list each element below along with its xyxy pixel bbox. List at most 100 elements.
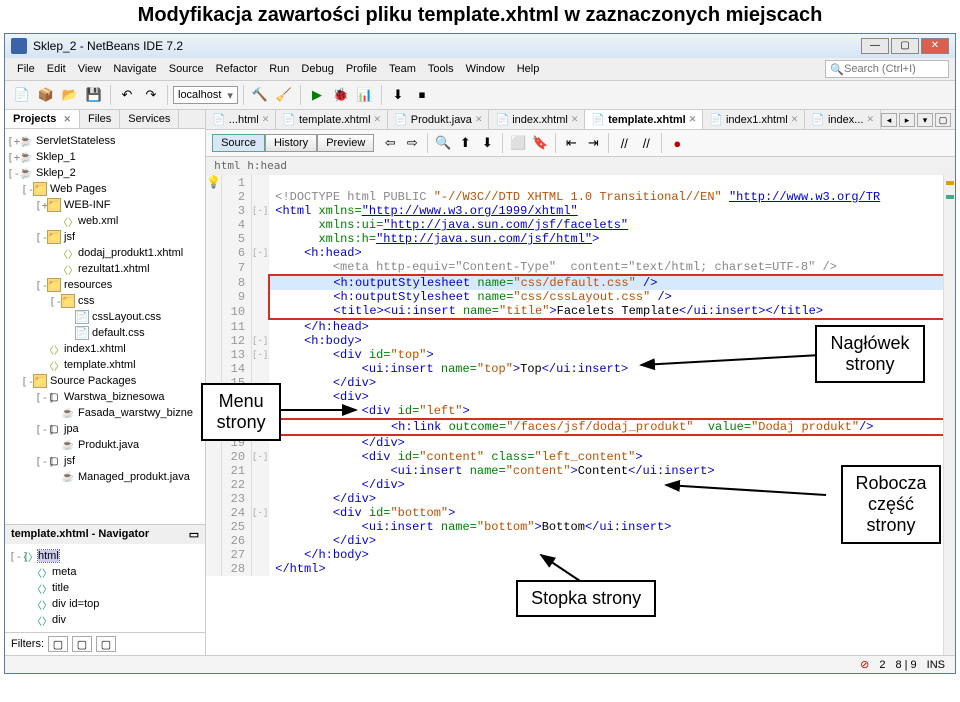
close-tab-icon[interactable]: ✕ <box>475 114 483 125</box>
shift-left-button[interactable]: ⇤ <box>561 133 581 153</box>
code-line[interactable]: 19 </div> <box>206 435 954 450</box>
code-line[interactable]: 2<!DOCTYPE html PUBLIC "-//W3C//DTD XHTM… <box>206 190 954 204</box>
code-line[interactable]: 27 </h:body> <box>206 548 954 562</box>
nav-fwd-button[interactable]: ⇨ <box>402 133 422 153</box>
menu-item-tools[interactable]: Tools <box>422 61 460 77</box>
tree-item[interactable]: ☕Managed_produkt.java <box>7 469 203 485</box>
menu-item-source[interactable]: Source <box>163 61 210 77</box>
code-line[interactable]: 28</html> <box>206 562 954 576</box>
maximize-button[interactable]: ▢ <box>891 38 919 54</box>
find-next-button[interactable]: ⬇ <box>477 133 497 153</box>
close-tab-icon[interactable]: ✕ <box>571 114 579 125</box>
code-line[interactable]: 5 xmlns:h="http://java.sun.com/jsf/html"… <box>206 232 954 246</box>
navigator-item[interactable]: [-]〈〉html <box>9 548 201 564</box>
filter-button-3[interactable]: ▢ <box>96 636 116 652</box>
debug-button[interactable]: 🐞 <box>330 84 352 106</box>
run-button[interactable]: ▶ <box>306 84 328 106</box>
tree-item[interactable]: 〈〉web.xml <box>7 213 203 229</box>
tree-item[interactable]: [+]📁WEB-INF <box>7 197 203 213</box>
filter-button-2[interactable]: ▢ <box>72 636 92 652</box>
comment-button[interactable]: // <box>614 133 634 153</box>
tree-item[interactable]: 📄default.css <box>7 325 203 341</box>
nav-back-button[interactable]: ⇦ <box>380 133 400 153</box>
tree-item[interactable]: [-]📁Web Pages <box>7 181 203 197</box>
find-prev-button[interactable]: ⬆ <box>455 133 475 153</box>
code-line[interactable]: 16[-] <div> <box>206 390 954 404</box>
menu-item-refactor[interactable]: Refactor <box>210 61 264 77</box>
code-line[interactable]: 17[-] <div id="left"> <box>206 404 954 419</box>
navigator-minimize-icon[interactable]: ▭ <box>189 528 199 541</box>
macro-record-button[interactable]: ● <box>667 133 687 153</box>
menu-item-run[interactable]: Run <box>263 61 295 77</box>
tree-item[interactable]: 〈〉index1.xhtml <box>7 341 203 357</box>
toggle-bookmark-button[interactable]: 🔖 <box>530 133 550 153</box>
navigator-item[interactable]: 〈〉title <box>9 580 201 596</box>
code-line[interactable]: 8 <h:outputStylesheet name="css/default.… <box>206 275 954 290</box>
project-tree[interactable]: [+]☕ServletStateless[+]☕Sklep_1[-]☕Sklep… <box>5 129 205 524</box>
editor-tab[interactable]: 📄template.xhtml✕ <box>585 110 703 129</box>
save-all-button[interactable]: 💾 <box>83 84 105 106</box>
close-tab-icon[interactable]: ✕ <box>689 114 697 125</box>
config-combo[interactable]: localhost <box>173 86 238 104</box>
tree-item[interactable]: 〈〉template.xhtml <box>7 357 203 373</box>
menu-item-help[interactable]: Help <box>511 61 546 77</box>
tablist-left-button[interactable]: ◂ <box>881 113 897 127</box>
attach-debugger-button[interactable]: ⬇ <box>387 84 409 106</box>
code-line[interactable]: 20[-] <div id="content" class="left_cont… <box>206 450 954 464</box>
close-tab-icon[interactable]: ✕ <box>374 114 382 125</box>
editor-tab[interactable]: 📄...html✕ <box>206 110 276 129</box>
editor-tab[interactable]: 📄index...✕ <box>805 110 881 129</box>
redo-button[interactable]: ↷ <box>140 84 162 106</box>
side-tab-services[interactable]: Services <box>120 110 179 128</box>
global-search[interactable]: 🔍 <box>825 60 949 78</box>
code-line[interactable]: 3[-]<html xmlns="http://www.w3.org/1999/… <box>206 204 954 218</box>
tablist-dropdown-button[interactable]: ▾ <box>917 113 933 127</box>
filter-button-1[interactable]: ▢ <box>48 636 68 652</box>
close-tab-icon[interactable]: ✕ <box>791 114 799 125</box>
navigator-item[interactable]: 〈〉div <box>9 612 201 628</box>
menu-item-view[interactable]: View <box>72 61 108 77</box>
menu-item-file[interactable]: File <box>11 61 41 77</box>
close-tab-icon[interactable]: ✕ <box>262 114 270 125</box>
clean-build-button[interactable]: 🧹 <box>273 84 295 106</box>
editor-breadcrumb[interactable]: html h:head <box>206 157 955 175</box>
editor-tab[interactable]: 📄Produkt.java✕ <box>388 110 489 129</box>
side-tab-projects[interactable]: Projects ✕ <box>5 110 80 128</box>
tree-item[interactable]: ☕Produkt.java <box>7 437 203 453</box>
error-stripe[interactable] <box>943 175 955 655</box>
search-input[interactable] <box>844 63 944 75</box>
tree-item[interactable]: [-]▢jsf <box>7 453 203 469</box>
undo-button[interactable]: ↶ <box>116 84 138 106</box>
tree-item[interactable]: [-]☕Sklep_2 <box>7 165 203 181</box>
menu-item-profile[interactable]: Profile <box>340 61 383 77</box>
tree-item[interactable]: 〈〉rezultat1.xhtml <box>7 261 203 277</box>
shift-right-button[interactable]: ⇥ <box>583 133 603 153</box>
tree-item[interactable]: [+]☕ServletStateless <box>7 133 203 149</box>
status-error-icon[interactable]: ⊘ <box>860 658 869 671</box>
navigator-item[interactable]: 〈〉meta <box>9 564 201 580</box>
uncomment-button[interactable]: // <box>636 133 656 153</box>
tablist-maximize-button[interactable]: ▢ <box>935 113 951 127</box>
code-line[interactable]: 6[-] <h:head> <box>206 246 954 260</box>
tree-item[interactable]: 📄cssLayout.css <box>7 309 203 325</box>
code-line[interactable]: 18 <h:link outcome="/faces/jsf/dodaj_pro… <box>206 419 954 435</box>
toggle-highlight-button[interactable]: ⬜ <box>508 133 528 153</box>
tree-item[interactable]: ☕Fasada_warstwy_bizne <box>7 405 203 421</box>
minimize-button[interactable]: — <box>861 38 889 54</box>
new-project-button[interactable]: 📦 <box>35 84 57 106</box>
menu-item-team[interactable]: Team <box>383 61 422 77</box>
editor-tab[interactable]: 📄index1.xhtml✕ <box>703 110 805 129</box>
tree-item[interactable]: [-]📁jsf <box>7 229 203 245</box>
navigator-item[interactable]: 〈〉div id=top <box>9 596 201 612</box>
code-line[interactable]: 4 xmlns:ui="http://java.sun.com/jsf/face… <box>206 218 954 232</box>
editor-tab[interactable]: 📄template.xhtml✕ <box>276 110 388 129</box>
tree-item[interactable]: [-]▢Warstwa_biznesowa <box>7 389 203 405</box>
view-button-history[interactable]: History <box>265 134 317 152</box>
tablist-right-button[interactable]: ▸ <box>899 113 915 127</box>
tree-item[interactable]: 〈〉dodaj_produkt1.xhtml <box>7 245 203 261</box>
menu-item-window[interactable]: Window <box>460 61 511 77</box>
code-line[interactable]: 10 <title><ui:insert name="title">Facele… <box>206 304 954 319</box>
navigator-tree[interactable]: [-]〈〉html〈〉meta〈〉title〈〉div id=top〈〉div <box>5 544 205 632</box>
close-tab-icon[interactable]: ✕ <box>866 114 874 125</box>
view-button-preview[interactable]: Preview <box>317 134 374 152</box>
